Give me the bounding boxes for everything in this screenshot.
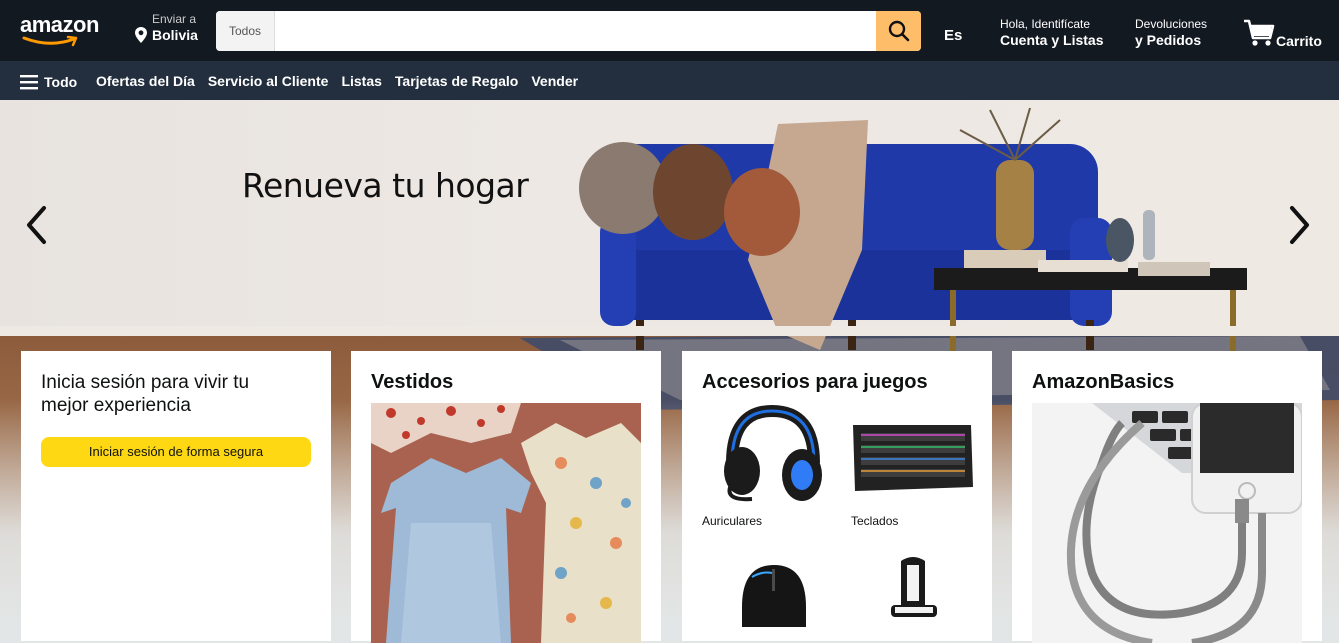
keyboard-image	[853, 425, 973, 491]
cart-icon	[1244, 19, 1275, 46]
nav-link-customer-service[interactable]: Servicio al Cliente	[208, 73, 329, 89]
account-label: Cuenta y Listas	[1000, 32, 1104, 48]
all-menu-label: Todo	[44, 74, 78, 90]
chevron-left-icon	[27, 206, 46, 244]
account-greeting: Hola, Identifícate	[1000, 17, 1091, 31]
account-lists[interactable]: Hola, Identifícate Cuenta y Listas	[1000, 17, 1103, 48]
amazonbasics-cable-image[interactable]	[1032, 403, 1302, 643]
mouse-tile[interactable]	[702, 547, 832, 627]
deliver-label: Enviar a	[152, 12, 197, 26]
hero-title: Renueva tu hogar	[242, 166, 529, 205]
top-nav: amazon Enviar a Bolivia Todos Es Hola, I…	[0, 0, 1339, 61]
gaming-card[interactable]: Accesorios para juegos Auriculares Tecla…	[682, 351, 992, 641]
nav-link-lists[interactable]: Listas	[341, 73, 381, 89]
signin-button[interactable]: Iniciar sesión de forma segura	[41, 437, 311, 467]
headphones-image	[724, 404, 822, 502]
amazonbasics-title: AmazonBasics	[1032, 371, 1175, 393]
chevron-right-icon	[1290, 206, 1309, 244]
gaming-chair-image	[891, 557, 937, 617]
search-bar: Todos	[216, 11, 921, 51]
signin-message: Inicia sesión para vivir tu mejor experi…	[41, 372, 250, 416]
keyboards-tile[interactable]: Teclados	[851, 403, 975, 528]
smile-arrow-icon	[22, 35, 78, 47]
orders-label: y Pedidos	[1135, 32, 1202, 48]
search-input[interactable]	[275, 11, 876, 51]
carousel-prev-button[interactable]	[16, 200, 56, 250]
returns-label: Devoluciones	[1135, 17, 1208, 31]
nav-links: Ofertas del Día Servicio al Cliente List…	[96, 73, 591, 89]
mouse-image	[742, 565, 806, 627]
secondary-nav: Todo Ofertas del Día Servicio al Cliente…	[0, 61, 1339, 100]
amazonbasics-card[interactable]: AmazonBasics	[1012, 351, 1322, 643]
headphones-tile[interactable]: Auriculares	[702, 403, 832, 528]
dresses-card[interactable]: Vestidos	[351, 351, 661, 643]
nav-link-deals[interactable]: Ofertas del Día	[96, 73, 195, 89]
carousel-next-button[interactable]	[1280, 200, 1320, 250]
search-button[interactable]	[876, 11, 921, 51]
hamburger-icon	[20, 75, 38, 90]
nav-link-gift-cards[interactable]: Tarjetas de Regalo	[395, 73, 518, 89]
signin-card: Inicia sesión para vivir tu mejor experi…	[21, 351, 331, 641]
dresses-image[interactable]	[371, 403, 641, 643]
returns-orders[interactable]: Devoluciones y Pedidos	[1135, 17, 1207, 48]
deliver-country: Bolivia	[152, 27, 198, 43]
dresses-title: Vestidos	[371, 371, 454, 393]
keyboards-label: Teclados	[851, 514, 899, 528]
amazon-logo[interactable]: amazon	[16, 10, 102, 48]
cart-label: Carrito	[1276, 33, 1322, 49]
chair-tile[interactable]	[851, 547, 975, 627]
gaming-title: Accesorios para juegos	[702, 371, 928, 393]
language-selector[interactable]: Es	[944, 27, 962, 44]
search-icon	[888, 20, 909, 42]
all-menu-button[interactable]: Todo	[20, 72, 77, 92]
nav-link-sell[interactable]: Vender	[531, 73, 578, 89]
search-category-select[interactable]: Todos	[216, 11, 275, 51]
deliver-to[interactable]: Enviar a Bolivia	[132, 12, 204, 48]
cart-button[interactable]: Carrito	[1243, 18, 1333, 50]
location-pin-icon	[135, 27, 147, 43]
headphones-label: Auriculares	[702, 514, 763, 528]
